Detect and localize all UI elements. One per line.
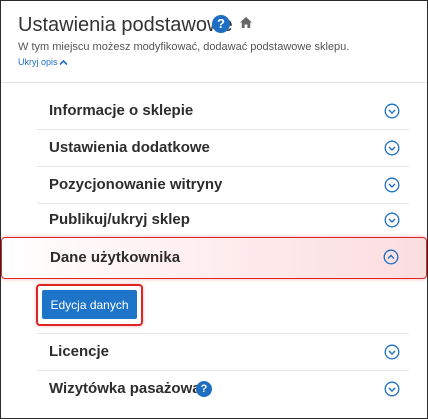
section-label: Informacje o sklepie xyxy=(49,102,194,119)
chevron-down-icon xyxy=(384,103,400,119)
page-description: W tym miejscu możesz modyfikować, dodawa… xyxy=(18,41,350,53)
section-informacje-o-sklepie[interactable]: Informacje o sklepie xyxy=(37,93,409,130)
help-icon[interactable]: ? xyxy=(212,15,230,33)
section-label: Publikuj/ukryj sklep xyxy=(49,211,190,228)
section-ustawienia-dodatkowe[interactable]: Ustawienia dodatkowe xyxy=(37,130,409,167)
chevron-down-icon xyxy=(384,140,400,156)
page-title: Ustawienia podstawowe xyxy=(18,14,233,36)
chevron-up-icon xyxy=(58,59,68,66)
chevron-down-icon xyxy=(384,381,400,397)
help-icon[interactable]: ? xyxy=(196,381,212,397)
section-label: Ustawienia dodatkowe xyxy=(49,139,210,156)
section-label: Pozycjonowanie witryny xyxy=(49,176,223,193)
section-label: Licencje xyxy=(49,343,110,360)
section-dane-uzytkownika[interactable]: Dane użytkownika xyxy=(1,237,427,279)
section-publikuj-ukryj-sklep[interactable]: Publikuj/ukryj sklep xyxy=(37,202,409,239)
section-label: Wizytówka pasażowa xyxy=(49,380,201,397)
home-icon[interactable] xyxy=(239,16,253,34)
header-divider xyxy=(1,82,427,83)
chevron-down-icon xyxy=(384,177,400,193)
section-pozycjonowanie-witryny[interactable]: Pozycjonowanie witryny xyxy=(37,167,409,204)
section-wizytowka-pasazowa[interactable]: Wizytówka pasażowa ? xyxy=(37,371,409,407)
settings-panel: Ustawienia podstawowe ? W tym miejscu mo… xyxy=(0,0,428,419)
hide-description-toggle[interactable]: Ukryj opis xyxy=(18,57,68,67)
edit-data-button[interactable]: Edycja danych xyxy=(42,290,137,319)
chevron-down-icon xyxy=(384,212,400,228)
chevron-down-icon xyxy=(384,344,400,360)
hide-description-label: Ukryj opis xyxy=(18,57,58,67)
section-licencje[interactable]: Licencje xyxy=(37,333,409,371)
chevron-up-icon xyxy=(383,249,399,265)
edit-data-button-highlight: Edycja danych xyxy=(36,284,143,326)
section-label: Dane użytkownika xyxy=(50,249,181,266)
section-label-text: Wizytówka pasażowa xyxy=(49,380,201,397)
